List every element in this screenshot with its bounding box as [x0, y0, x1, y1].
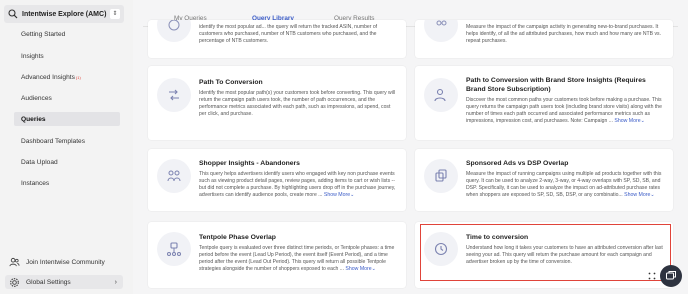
path-icon [169, 89, 179, 101]
sidebar-item-label: Data Upload [21, 158, 58, 166]
clock-icon [434, 242, 448, 256]
people-icon [9, 257, 20, 266]
query-card[interactable]: identify the most popular ad... the quer… [148, 20, 406, 58]
sidebar-item-label: Insights [21, 52, 44, 60]
query-card-tentpole-phase[interactable]: Tentpole Phase Overlap Tentpole query is… [148, 222, 406, 288]
query-card-description: This query helps advertisers identify us… [199, 171, 398, 199]
query-card-path-to-conversion[interactable]: Path To Conversion Identify the most pop… [148, 66, 406, 140]
chevron-down-icon: ⌄ [371, 266, 377, 272]
hierarchy-icon [167, 242, 181, 256]
query-card-icon-bg [157, 20, 191, 42]
query-card-icon-bg [424, 159, 458, 193]
global-settings-label: Global Settings [26, 278, 71, 286]
sidebar-item-data-upload[interactable]: Data Upload [14, 155, 120, 169]
sidebar-item-label: Advanced Insights [21, 73, 75, 81]
sidebar-item-queries[interactable]: Queries [14, 112, 120, 126]
query-card-icon-bg [424, 232, 458, 266]
query-card-title: Path to Conversion with Brand Store Insi… [466, 77, 646, 93]
chevron-down-icon: ⌄ [350, 192, 355, 198]
query-card-icon-bg [424, 20, 458, 42]
sidebar-item-label: Instances [21, 179, 50, 187]
target-icon [168, 20, 180, 31]
people-icon [436, 20, 447, 26]
join-community-label: Join Intentwise Community [26, 258, 105, 266]
query-card-icon-bg [157, 232, 191, 266]
query-card[interactable]: Measure the impact of the campaign activ… [415, 20, 673, 58]
query-card-icon-bg [424, 78, 458, 112]
show-more-link[interactable]: Show More [324, 192, 350, 198]
show-more-link[interactable]: Show More [624, 192, 650, 198]
query-card-title: Tentpole Phase Overlap [199, 234, 276, 241]
query-card-title: Sponsored Ads vs DSP Overlap [466, 160, 569, 167]
sidebar-item-dashboard-templates[interactable]: Dashboard Templates [14, 134, 120, 148]
query-card-description: identify the most popular ad... the quer… [199, 24, 378, 44]
query-card-desc-text: This query helps advertisers identify us… [199, 171, 396, 198]
main-content: My Queries Query Library Query Results i… [133, 0, 688, 294]
sidebar-item-insights[interactable]: Insights [14, 49, 120, 63]
sidebar: Intentwise Explore (AMC) ⇕ Getting Start… [0, 0, 133, 294]
query-card-sponsored-vs-dsp[interactable]: Sponsored Ads vs DSP Overlap Measure the… [415, 149, 673, 211]
chevron-right-icon: › [114, 278, 117, 286]
global-settings-button[interactable]: Global Settings › [5, 275, 123, 289]
user-add-icon [434, 88, 446, 102]
query-card-path-brand-store[interactable]: Path to Conversion with Brand Store Insi… [415, 66, 673, 140]
query-card-icon-bg [157, 159, 191, 193]
chevron-down-icon: ⌄ [640, 118, 645, 124]
query-card-description: Discover the most common paths your cust… [466, 97, 665, 125]
new-badge: (1) [75, 74, 81, 80]
query-card-description: Measure the impact of running campaigns … [466, 171, 665, 199]
overlap-icon [435, 169, 447, 182]
sidebar-item-label: Getting Started [21, 30, 66, 38]
query-card-description: Tentpole query is evaluated over three d… [199, 245, 398, 273]
sidebar-item-label: Dashboard Templates [21, 137, 86, 145]
sidebar-item-instances[interactable]: Instances [14, 176, 120, 190]
chat-launcher-button[interactable] [660, 265, 682, 287]
search-analytics-icon [8, 9, 18, 19]
sidebar-item-label: Audiences [21, 94, 52, 102]
show-more-link[interactable]: Show More [614, 118, 640, 124]
query-card-icon-bg [157, 78, 191, 112]
people-funnel-icon [167, 170, 181, 182]
workspace-name: Intentwise Explore (AMC) [22, 10, 107, 18]
gear-icon [10, 277, 19, 287]
sidebar-item-audiences[interactable]: Audiences [14, 91, 120, 105]
join-community-link[interactable]: Join Intentwise Community [5, 255, 123, 269]
query-card-description: Measure the impact of the campaign activ… [466, 24, 661, 44]
chat-icon [666, 271, 676, 280]
sidebar-item-label: Queries [21, 115, 46, 123]
workspace-switcher[interactable]: Intentwise Explore (AMC) ⇕ [4, 5, 124, 23]
query-card-description: Understand how long it takes your custom… [466, 245, 663, 265]
chevron-updown-icon[interactable]: ⇕ [110, 9, 120, 19]
sidebar-item-advanced-insights[interactable]: Advanced Insights (1) [14, 70, 120, 84]
show-more-link[interactable]: Show More [345, 266, 371, 272]
grid-dots-icon[interactable] [648, 272, 656, 280]
query-card-description: Identify the most popular path(s) your c… [199, 90, 396, 117]
sidebar-item-getting-started[interactable]: Getting Started [14, 27, 120, 41]
query-card-shopper-insights[interactable]: Shopper Insights - Abandoners This query… [148, 149, 406, 211]
chevron-down-icon: ⌄ [650, 192, 655, 198]
query-card-title: Shopper Insights - Abandoners [199, 160, 300, 167]
query-card-title: Path To Conversion [199, 79, 263, 86]
query-card-time-to-conversion[interactable]: Time to conversion Understand how long i… [415, 222, 673, 288]
query-card-title: Time to conversion [466, 234, 529, 241]
